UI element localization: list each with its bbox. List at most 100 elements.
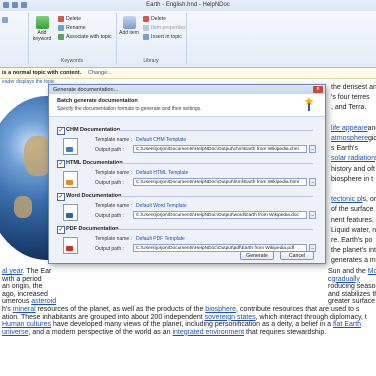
insert-icon <box>143 34 149 40</box>
delete-icon <box>58 16 64 22</box>
change-topic-kind-link[interactable]: Change... <box>88 70 112 76</box>
browse-output-button[interactable]: ... <box>309 178 316 186</box>
doc-format-section: ✓ Word Documentation Template name : Defaul… <box>57 192 316 226</box>
document-right-column: the densest and 's four terres , and Terra… <box>331 82 376 272</box>
format-document-icon <box>63 204 78 221</box>
format-document-icon <box>63 171 78 188</box>
rename-keyword-button[interactable]: Rename <box>58 25 86 31</box>
ribbon: Add keyword Delete Rename Associate with… <box>0 11 376 68</box>
document-link[interactable]: life appeare <box>331 125 368 132</box>
generate-button[interactable]: Generate <box>240 251 274 260</box>
close-dialog-button[interactable]: x <box>313 86 323 93</box>
delete-keyword-button[interactable]: Delete <box>58 16 81 22</box>
format-document-icon <box>63 138 78 155</box>
document-link[interactable]: integrated environment <box>172 329 244 336</box>
format-title: HTML Documentation <box>66 160 123 166</box>
output-path-label: Output path : <box>95 213 124 219</box>
delete-item-label: Delete <box>151 16 166 22</box>
document-right-bottom-text: Sun and the Mocgraduallyroducing seasona… <box>326 266 376 324</box>
format-title: PDF Documentation <box>66 226 119 232</box>
format-icon <box>2 17 8 23</box>
output-path-label: Output path : <box>95 180 124 186</box>
format-badge-icon <box>66 180 73 185</box>
text-run: , and a modern perspective of the world … <box>28 328 173 336</box>
template-label: Template name : <box>95 137 132 143</box>
item-properties-button[interactable]: Item properties <box>143 25 186 31</box>
add-keyword-label: Add keyword <box>32 30 52 42</box>
cancel-button[interactable]: Cancel <box>280 251 314 260</box>
document-link[interactable]: universe <box>2 329 28 336</box>
associate-topic-button[interactable]: Associate with topic <box>58 34 112 40</box>
window-title: Earth - English.hnd - HelpNDoc <box>146 2 230 8</box>
text-run: generates a m <box>331 257 376 265</box>
doc-format-section: ✓ HTML Documentation Template name : Defaul… <box>57 159 316 193</box>
text-run: the planet's int <box>331 247 376 255</box>
template-name-link[interactable]: Default Word Template <box>136 203 187 209</box>
output-path-label: Output path : <box>95 147 124 153</box>
associate-icon <box>58 34 64 40</box>
add-item-icon <box>122 16 136 29</box>
text-run: biosphere in t <box>331 175 374 183</box>
text-run: , and Terra. <box>331 104 367 112</box>
add-keyword-button[interactable]: Add keyword <box>31 16 53 42</box>
output-path-input[interactable]: C:\Users\jorjon\Documents\HelpNDoc\Outpu… <box>133 178 307 186</box>
ribbon-group-keywords: Add keyword Delete Rename Associate with… <box>28 13 117 64</box>
document-line: biosphere in t <box>331 174 373 185</box>
properties-icon <box>143 25 149 31</box>
dialog-title: Generate documentation... <box>53 86 119 93</box>
text-run: the densest and <box>331 84 376 91</box>
rename-icon <box>58 25 64 31</box>
text-run: history and oft <box>331 165 375 173</box>
generate-documentation-dialog: Generate documentation... x Batch genera… <box>48 84 326 264</box>
add-item-label: Add item <box>119 30 139 36</box>
doc-format-section: ✓ PDF Documentation Template name : Default… <box>57 225 316 259</box>
document-link[interactable]: atmosphere <box>331 135 368 142</box>
delete-item-button[interactable]: Delete <box>143 16 166 22</box>
item-properties-label: Item properties <box>151 25 186 31</box>
template-label: Template name : <box>95 236 132 242</box>
output-path-input[interactable]: C:\Users\jorjon\Documents\HelpNDoc\Outpu… <box>133 145 307 153</box>
dialog-header: Batch generate documentation Specify the… <box>49 94 325 117</box>
add-keyword-icon <box>35 16 49 29</box>
text-run: Liquid water, n <box>331 226 376 234</box>
template-name-link[interactable]: Default HTML Template <box>136 170 188 176</box>
format-title: Word Documentation <box>66 193 122 199</box>
format-enabled-checkbox[interactable]: ✓ <box>57 127 65 135</box>
dialog-subheading: Specify the documentation formats to gen… <box>57 106 202 112</box>
text-run: of the surface <box>331 206 374 214</box>
ribbon-group-previous <box>0 13 29 64</box>
text-run: re. Earth's po <box>331 237 373 244</box>
insert-in-topic-button[interactable]: Insert in topic <box>143 34 182 40</box>
document-link[interactable]: tectonic pl <box>331 196 363 203</box>
text-run: greater surface e <box>328 298 376 306</box>
section-divider <box>117 163 313 164</box>
format-enabled-checkbox[interactable]: ✓ <box>57 226 65 234</box>
document-bottom-text: al year. The Ear with a period an origin, … <box>0 266 376 336</box>
continent-shape <box>14 196 32 218</box>
browse-output-button[interactable]: ... <box>309 211 316 219</box>
add-item-button[interactable]: Add item <box>119 16 139 36</box>
dialog-heading: Batch generate documentation <box>57 98 138 104</box>
rename-keyword-label: Rename <box>66 25 86 31</box>
section-divider <box>117 130 313 131</box>
template-name-link[interactable]: Default CHM Template <box>136 137 186 143</box>
document-line: generates a m <box>331 255 376 266</box>
section-divider <box>117 229 313 230</box>
section-divider <box>117 196 313 197</box>
format-enabled-checkbox[interactable]: ✓ <box>57 160 65 168</box>
document-link[interactable]: Mo <box>368 268 376 275</box>
output-path-input[interactable]: C:\Users\jorjon\Documents\HelpNDoc\Outpu… <box>133 211 307 219</box>
text-run: and <box>367 124 376 132</box>
ribbon-small-button[interactable] <box>2 17 8 23</box>
topic-kind-text: is a normal topic with content. <box>2 70 82 76</box>
browse-output-button[interactable]: ... <box>309 145 316 153</box>
format-badge-icon <box>66 213 73 218</box>
delete-icon <box>143 16 149 22</box>
text-run: s Earth's <box>331 145 359 153</box>
template-name-link[interactable]: Default PDF Template <box>136 236 185 242</box>
delete-keyword-label: Delete <box>66 16 81 22</box>
format-enabled-checkbox[interactable]: ✓ <box>57 193 65 201</box>
template-label: Template name : <box>95 170 132 176</box>
viewer-hint-link[interactable]: eader displays the topic <box>2 79 55 85</box>
document-link[interactable]: solar radiation <box>331 155 375 162</box>
